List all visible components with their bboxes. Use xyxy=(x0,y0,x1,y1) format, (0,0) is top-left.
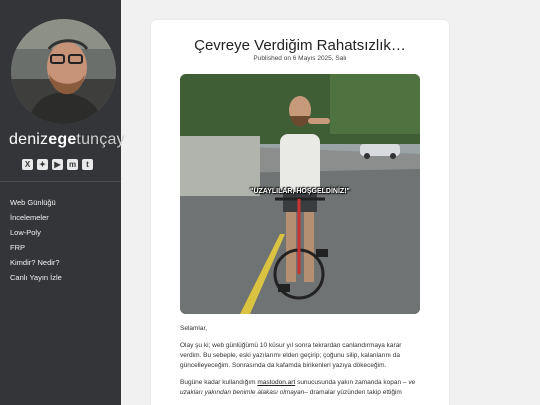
nav-item-kimdir[interactable]: Kimdir? Nedir? xyxy=(10,255,62,270)
twitch-glyph: t xyxy=(86,160,89,169)
nav-item-incelemeler[interactable]: İncelemeler xyxy=(10,210,62,225)
mastodon-link[interactable]: mastodon.art xyxy=(257,379,295,386)
para2-text-b: sunucusunda yakın zamanda kopan – xyxy=(295,379,409,386)
post-paragraph-1: Olay şu ki; web günlüğümü 10 küsur yıl s… xyxy=(180,342,402,369)
bluesky-icon[interactable]: ✦ xyxy=(37,159,48,170)
para2-text-c: – dramalar yüzünden takip ettiğim xyxy=(304,389,402,396)
sidebar: denizegetunçay X ✦ ▶ m t Web Günlüğü İnc… xyxy=(0,0,125,405)
post-date: Published on 6 Mayıs 2025, Salı xyxy=(253,55,347,62)
brand-part-3: tunçay xyxy=(76,131,125,148)
mastodon-glyph: m xyxy=(68,160,77,169)
site-brand[interactable]: denizegetunçay xyxy=(9,131,125,149)
sidebar-divider xyxy=(0,181,121,182)
post-image: "UZAYLILAR, HOŞGELDİNİZ!" xyxy=(180,74,420,314)
avatar-photo xyxy=(11,19,116,124)
twitch-icon[interactable]: t xyxy=(82,159,93,170)
x-glyph: X xyxy=(24,160,31,169)
post-card: Çevreye Verdiğim Rahatsızlık… Published … xyxy=(151,20,449,405)
para2-text-a: Bugüne kadar kullandığım xyxy=(180,379,258,386)
post-greeting: Selamlar, xyxy=(180,325,208,332)
bluesky-glyph: ✦ xyxy=(39,160,46,169)
mastodon-icon[interactable]: m xyxy=(67,159,78,170)
x-icon[interactable]: X xyxy=(22,159,33,170)
post-body: Selamlar, Olay şu ki; web günlüğümü 10 k… xyxy=(180,324,424,405)
avatar[interactable] xyxy=(11,19,116,124)
social-links: X ✦ ▶ m t xyxy=(22,159,93,170)
post-paragraph-2: Bugüne kadar kullandığım mastodon.art su… xyxy=(180,378,424,398)
nav-item-web-gunlugu[interactable]: Web Günlüğü xyxy=(10,195,62,210)
brand-part-1: deniz xyxy=(9,131,49,148)
nav-item-low-poly[interactable]: Low-Poly xyxy=(10,225,62,240)
youtube-icon[interactable]: ▶ xyxy=(52,159,63,170)
youtube-glyph: ▶ xyxy=(54,160,61,169)
nav-item-canli-yayin[interactable]: Canlı Yayın İzle xyxy=(10,270,62,285)
brand-part-2: ege xyxy=(48,131,77,148)
nav-item-frp[interactable]: FRP xyxy=(10,240,62,255)
image-caption: "UZAYLILAR, HOŞGELDİNİZ!" xyxy=(250,188,350,195)
post-title: Çevreye Verdiğim Rahatsızlık… xyxy=(194,37,406,54)
sidebar-nav: Web Günlüğü İncelemeler Low-Poly FRP Kim… xyxy=(10,195,62,285)
